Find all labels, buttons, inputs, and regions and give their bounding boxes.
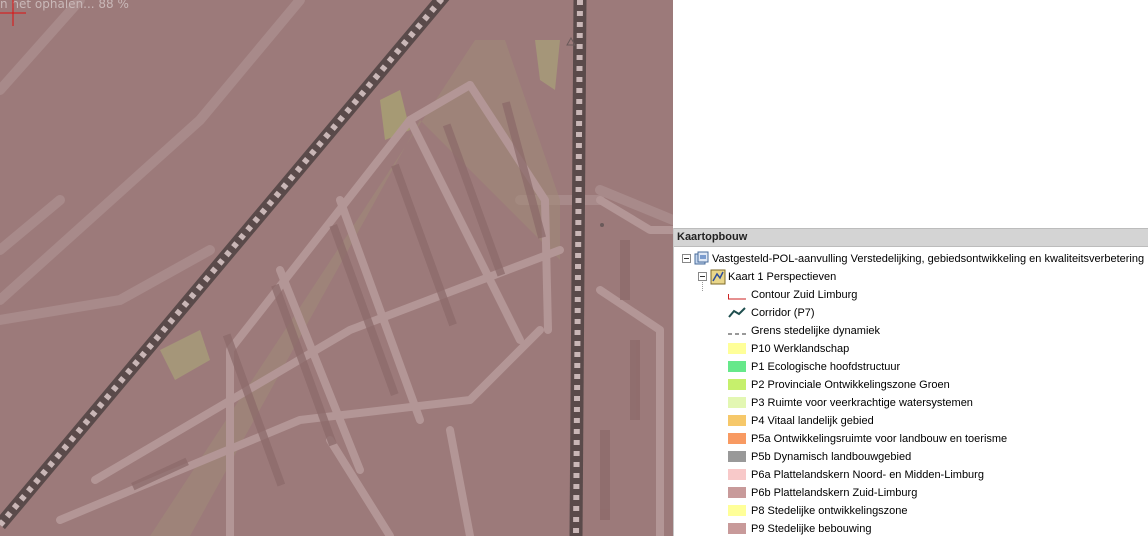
legend-swatch (728, 415, 746, 426)
contour-line-icon (728, 294, 746, 300)
collapse-icon[interactable] (682, 254, 691, 263)
legend-swatch (728, 433, 746, 444)
map-view[interactable]: n het ophalen... 88 % (0, 0, 673, 536)
legend-swatch (728, 487, 746, 498)
legend-swatch (728, 469, 746, 480)
map-canvas (0, 0, 673, 536)
panel-title: Kaartopbouw (674, 228, 1148, 247)
layer-group-label: Vastgesteld-POL-aanvulling Verstedelijki… (712, 253, 1145, 265)
legend-label: Grens stedelijke dynamiek (751, 325, 881, 337)
legend-label: Contour Zuid Limburg (751, 289, 858, 301)
legend-label: P6b Plattelandskern Zuid-Limburg (751, 487, 918, 499)
legend-label: Corridor (P7) (751, 307, 815, 319)
blank-area (673, 0, 1148, 228)
legend-label: P4 Vitaal landelijk gebied (751, 415, 874, 427)
legend-swatch (728, 451, 746, 462)
map-service-icon (694, 251, 709, 265)
legend-label: P2 Provinciale Ontwikkelingszone Groen (751, 379, 950, 391)
layer-label: Kaart 1 Perspectieven (728, 271, 837, 283)
layer-icon (710, 269, 726, 285)
dashed-line-icon (728, 333, 746, 335)
legend-swatch (728, 523, 746, 534)
legend-label: P5a Ontwikkelingsruimte voor landbouw en… (751, 433, 1008, 445)
legend-label: P5b Dynamisch landbouwgebied (751, 451, 912, 463)
legend-swatch (728, 505, 746, 516)
legend-label: P1 Ecologische hoofdstructuur (751, 361, 901, 373)
crosshair-icon (0, 0, 26, 26)
layer-group-row[interactable]: Vastgesteld-POL-aanvulling Verstedelijki… (674, 250, 1144, 268)
legend-swatch (728, 361, 746, 372)
legend-swatch (728, 343, 746, 354)
legend-label: P10 Werklandschap (751, 343, 850, 355)
legend-label: P9 Stedelijke bebouwing (751, 523, 872, 535)
legend-swatch (728, 379, 746, 390)
collapse-icon[interactable] (698, 272, 707, 281)
legend-label: P8 Stedelijke ontwikkelingszone (751, 505, 908, 517)
layer-panel: Kaartopbouw Vastgesteld-POL-aanvulling V… (673, 228, 1148, 536)
corridor-line-icon (728, 307, 746, 318)
layer-row[interactable]: Kaart 1 Perspectieven (674, 268, 1144, 286)
legend-swatch (728, 397, 746, 408)
legend-label: P3 Ruimte voor veerkrachtige watersystem… (751, 397, 973, 409)
legend-label: P6a Plattelandskern Noord- en Midden-Lim… (751, 469, 984, 481)
